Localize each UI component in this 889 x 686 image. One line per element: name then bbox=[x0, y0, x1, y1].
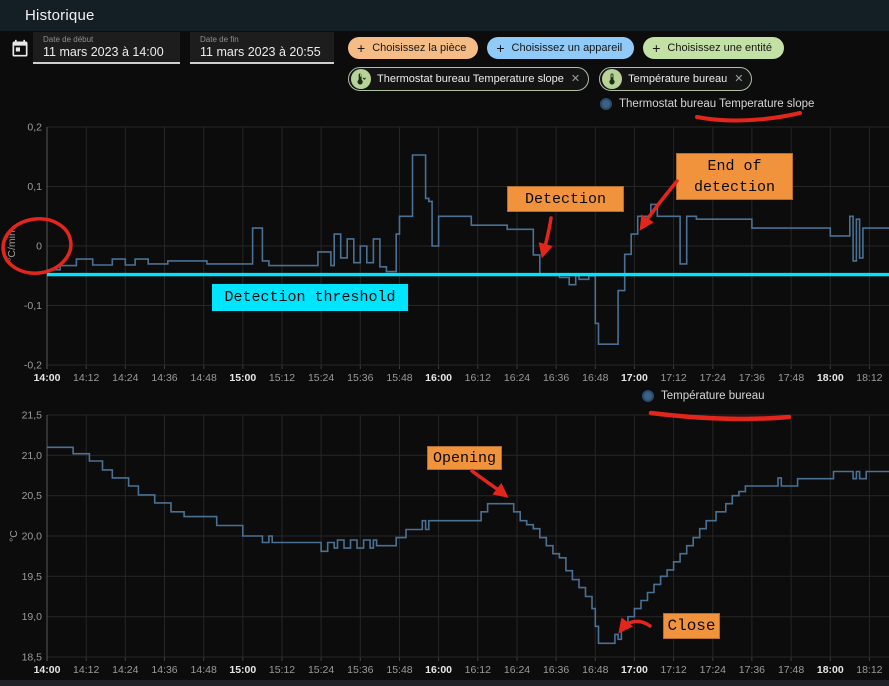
svg-text:16:12: 16:12 bbox=[465, 664, 491, 676]
svg-text:19,5: 19,5 bbox=[22, 571, 43, 583]
svg-text:18:12: 18:12 bbox=[856, 664, 882, 676]
svg-text:15:48: 15:48 bbox=[386, 664, 412, 676]
svg-text:-0,1: -0,1 bbox=[24, 300, 42, 312]
svg-text:15:12: 15:12 bbox=[269, 372, 295, 384]
svg-text:0,1: 0,1 bbox=[27, 181, 42, 193]
svg-text:21,0: 21,0 bbox=[22, 450, 43, 462]
svg-text:0,2: 0,2 bbox=[27, 122, 42, 134]
svg-text:15:36: 15:36 bbox=[347, 664, 373, 676]
svg-text:16:48: 16:48 bbox=[582, 664, 608, 676]
annotation-detection-threshold: Detection threshold bbox=[212, 284, 408, 311]
svg-text:15:00: 15:00 bbox=[229, 664, 256, 676]
svg-text:16:24: 16:24 bbox=[504, 372, 530, 384]
svg-text:17:12: 17:12 bbox=[660, 664, 686, 676]
svg-text:14:24: 14:24 bbox=[112, 372, 138, 384]
svg-text:14:48: 14:48 bbox=[191, 664, 217, 676]
svg-text:14:00: 14:00 bbox=[34, 372, 61, 384]
svg-text:16:36: 16:36 bbox=[543, 372, 569, 384]
svg-text:14:48: 14:48 bbox=[191, 372, 217, 384]
svg-text:0: 0 bbox=[36, 241, 42, 253]
annotation-end-of-detection: End of detection bbox=[676, 153, 793, 200]
svg-text:14:12: 14:12 bbox=[73, 372, 99, 384]
svg-text:21,5: 21,5 bbox=[22, 410, 43, 422]
svg-text:17:24: 17:24 bbox=[700, 372, 726, 384]
svg-text:°C: °C bbox=[8, 530, 20, 542]
svg-text:17:00: 17:00 bbox=[621, 372, 648, 384]
svg-text:15:48: 15:48 bbox=[386, 372, 412, 384]
svg-text:18:00: 18:00 bbox=[817, 372, 844, 384]
svg-text:°C/min: °C/min bbox=[6, 230, 18, 262]
svg-text:14:00: 14:00 bbox=[34, 664, 61, 676]
annotation-detection: Detection bbox=[507, 186, 624, 212]
svg-text:20,5: 20,5 bbox=[22, 490, 43, 502]
svg-text:16:24: 16:24 bbox=[504, 664, 530, 676]
svg-text:16:00: 16:00 bbox=[425, 664, 452, 676]
svg-text:17:00: 17:00 bbox=[621, 664, 648, 676]
svg-text:15:12: 15:12 bbox=[269, 664, 295, 676]
svg-text:17:48: 17:48 bbox=[778, 664, 804, 676]
svg-text:15:24: 15:24 bbox=[308, 372, 334, 384]
svg-text:-0,2: -0,2 bbox=[24, 360, 42, 372]
svg-text:18:12: 18:12 bbox=[856, 372, 882, 384]
svg-text:16:00: 16:00 bbox=[425, 372, 452, 384]
svg-text:17:36: 17:36 bbox=[739, 664, 765, 676]
svg-text:18:00: 18:00 bbox=[817, 664, 844, 676]
svg-text:17:48: 17:48 bbox=[778, 372, 804, 384]
svg-text:16:48: 16:48 bbox=[582, 372, 608, 384]
history-page: Historique Date de début 11 mars 2023 à … bbox=[0, 0, 889, 686]
svg-text:15:24: 15:24 bbox=[308, 664, 334, 676]
svg-text:17:12: 17:12 bbox=[660, 372, 686, 384]
annotation-close: Close bbox=[663, 613, 720, 639]
svg-text:20,0: 20,0 bbox=[22, 531, 43, 543]
svg-text:18,5: 18,5 bbox=[22, 652, 43, 664]
charts-canvas[interactable]: 14:00 14:12 14:24 14:36 14:48 15:00 15:12 15:24… bbox=[0, 0, 889, 686]
svg-text:19,0: 19,0 bbox=[22, 611, 43, 623]
annotation-opening: Opening bbox=[427, 446, 502, 470]
svg-text:15:36: 15:36 bbox=[347, 372, 373, 384]
svg-text:14:36: 14:36 bbox=[151, 372, 177, 384]
svg-text:14:36: 14:36 bbox=[151, 664, 177, 676]
svg-text:16:36: 16:36 bbox=[543, 664, 569, 676]
svg-text:17:36: 17:36 bbox=[739, 372, 765, 384]
svg-text:16:12: 16:12 bbox=[465, 372, 491, 384]
svg-text:14:24: 14:24 bbox=[112, 664, 138, 676]
svg-text:17:24: 17:24 bbox=[700, 664, 726, 676]
svg-text:15:00: 15:00 bbox=[229, 372, 256, 384]
svg-text:14:12: 14:12 bbox=[73, 664, 99, 676]
